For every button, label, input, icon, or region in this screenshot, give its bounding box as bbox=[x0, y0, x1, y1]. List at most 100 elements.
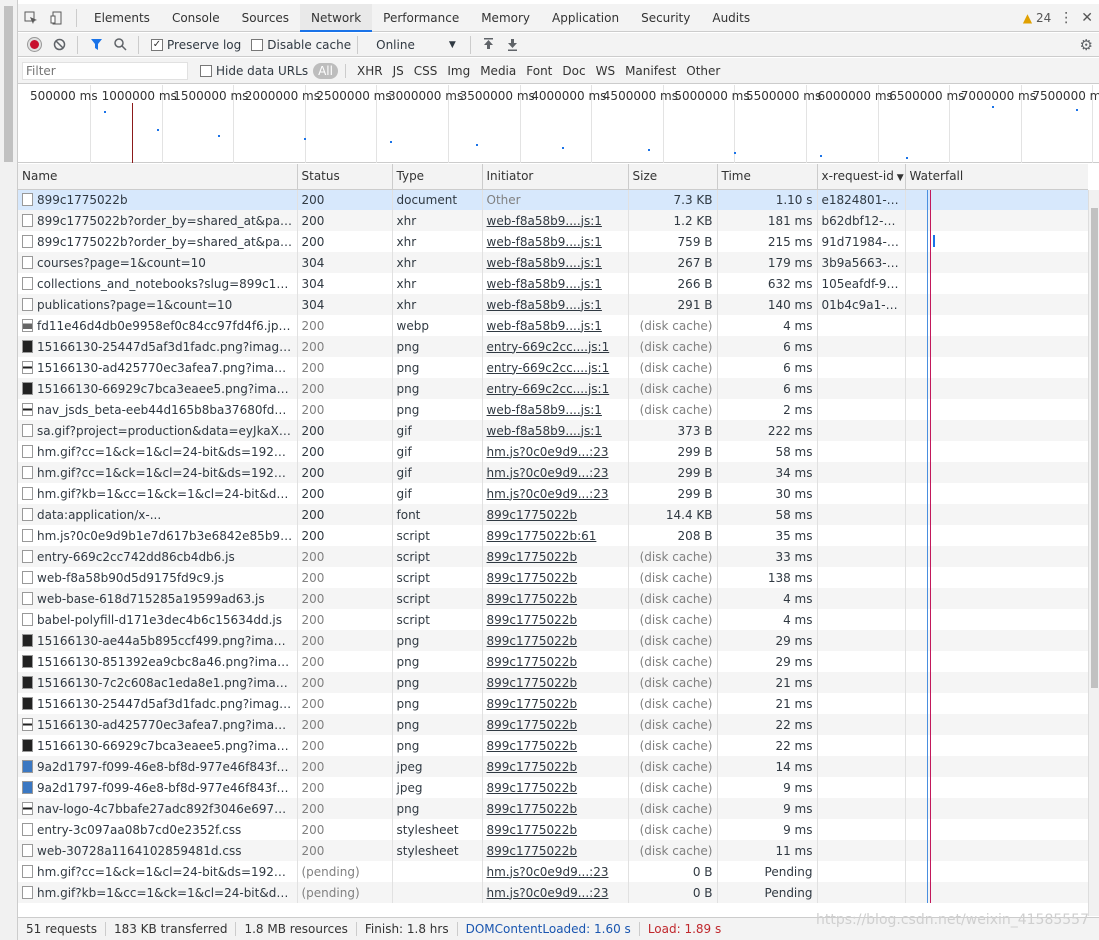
checkbox-unchecked-icon[interactable] bbox=[200, 64, 212, 77]
table-row[interactable]: 15166130-25447d5af3d1fadc.png?imageMog..… bbox=[18, 336, 1088, 357]
request-initiator[interactable]: web-f8a58b9....js:1 bbox=[487, 214, 602, 228]
table-row[interactable]: hm.gif?kb=1&cc=1&ck=1&cl=24-bit&ds=19...… bbox=[18, 483, 1088, 504]
request-initiator[interactable]: 899c1775022b bbox=[487, 697, 578, 711]
request-initiator[interactable]: 899c1775022b bbox=[487, 718, 578, 732]
warnings-counter[interactable]: ▲ 24 bbox=[1023, 11, 1051, 25]
table-row[interactable]: courses?page=1&count=10 304 xhr web-f8a58b9… bbox=[18, 252, 1088, 273]
tab-console[interactable]: Console bbox=[161, 4, 231, 32]
request-initiator[interactable]: hm.js?0c0e9d9...:23 bbox=[487, 445, 609, 459]
checkbox-checked-icon[interactable]: ✓ bbox=[151, 38, 163, 51]
table-row[interactable]: web-f8a58b90d5d9175fd9c9.js 200 script 899c… bbox=[18, 567, 1088, 588]
table-row[interactable]: data:application/x-... 200 font 899c1775022… bbox=[18, 504, 1088, 525]
filter-type-js[interactable]: JS bbox=[389, 63, 408, 79]
column-header-status[interactable]: Status bbox=[297, 164, 393, 190]
table-row[interactable]: entry-669c2cc742dd86cb4db6.js 200 script 89… bbox=[18, 546, 1088, 567]
tab-network[interactable]: Network bbox=[300, 3, 373, 32]
request-initiator[interactable]: 899c1775022b bbox=[487, 613, 578, 627]
tab-sources[interactable]: Sources bbox=[231, 4, 300, 32]
table-row[interactable]: 899c1775022b?order_by=shared_at&page=2 20… bbox=[18, 210, 1088, 231]
export-har-icon[interactable] bbox=[501, 34, 525, 56]
table-scrollbar-thumb[interactable] bbox=[1091, 208, 1098, 688]
request-initiator[interactable]: hm.js?0c0e9d9...:23 bbox=[487, 865, 609, 879]
request-initiator[interactable]: web-f8a58b9....js:1 bbox=[487, 424, 602, 438]
request-initiator[interactable]: web-f8a58b9....js:1 bbox=[487, 256, 602, 270]
left-scrollbar-thumb[interactable] bbox=[4, 6, 13, 162]
tab-security[interactable]: Security bbox=[630, 4, 701, 32]
table-row[interactable]: hm.js?0c0e9d9b1e7d617b3e6842e85b9fb068 20… bbox=[18, 525, 1088, 546]
request-initiator[interactable]: 899c1775022b bbox=[487, 655, 578, 669]
request-initiator[interactable]: 899c1775022b bbox=[487, 592, 578, 606]
table-row[interactable]: 899c1775022b?order_by=shared_at&page=3 20… bbox=[18, 231, 1088, 252]
request-initiator[interactable]: web-f8a58b9....js:1 bbox=[487, 403, 602, 417]
network-settings-gear-icon[interactable]: ⚙ bbox=[1080, 36, 1093, 54]
request-initiator[interactable]: hm.js?0c0e9d9...:23 bbox=[487, 487, 609, 501]
request-initiator[interactable]: 899c1775022b bbox=[487, 634, 578, 648]
table-row[interactable]: 15166130-25447d5af3d1fadc.png?imageMog..… bbox=[18, 693, 1088, 714]
disable-cache-checkbox[interactable]: Disable cache bbox=[251, 38, 351, 52]
request-initiator[interactable]: web-f8a58b9....js:1 bbox=[487, 319, 602, 333]
request-initiator[interactable]: web-f8a58b9....js:1 bbox=[487, 298, 602, 312]
request-initiator[interactable]: 899c1775022b bbox=[487, 802, 578, 816]
table-row[interactable]: 15166130-66929c7bca3eaee5.png?imageMo...… bbox=[18, 378, 1088, 399]
table-row[interactable]: 15166130-7c2c608ac1eda8e1.png?imageMo...… bbox=[18, 672, 1088, 693]
table-row[interactable]: babel-polyfill-d171e3dec4b6c15634dd.js 20… bbox=[18, 609, 1088, 630]
filter-type-manifest[interactable]: Manifest bbox=[621, 63, 680, 79]
throttling-select[interactable]: Online ▼ bbox=[376, 38, 456, 52]
table-row[interactable]: hm.gif?cc=1&ck=1&cl=24-bit&ds=1920x108..… bbox=[18, 861, 1088, 882]
request-initiator[interactable]: entry-669c2cc....js:1 bbox=[487, 361, 610, 375]
request-initiator[interactable]: hm.js?0c0e9d9...:23 bbox=[487, 886, 609, 900]
record-button[interactable] bbox=[28, 38, 41, 51]
table-row[interactable]: 9a2d1797-f099-46e8-bf8d-977e46f843f9?ima… bbox=[18, 756, 1088, 777]
preserve-log-checkbox[interactable]: ✓ Preserve log bbox=[151, 38, 241, 52]
filter-type-font[interactable]: Font bbox=[522, 63, 556, 79]
filter-input[interactable] bbox=[22, 61, 188, 80]
filter-type-all[interactable]: All bbox=[313, 62, 338, 79]
filter-type-xhr[interactable]: XHR bbox=[353, 63, 387, 79]
tab-audits[interactable]: Audits bbox=[701, 4, 761, 32]
table-row[interactable]: hm.gif?cc=1&ck=1&cl=24-bit&ds=1920x108..… bbox=[18, 441, 1088, 462]
table-row[interactable]: 15166130-ad425770ec3afea7.png?imageMog..… bbox=[18, 357, 1088, 378]
inspect-element-icon[interactable] bbox=[18, 5, 44, 31]
table-row[interactable]: entry-3c097aa08b7cd0e2352f.css 200 stylesh… bbox=[18, 819, 1088, 840]
table-row[interactable]: sa.gif?project=production&data=eyJkaXN0a… bbox=[18, 420, 1088, 441]
filter-funnel-icon[interactable] bbox=[84, 34, 108, 56]
column-header-time[interactable]: Time bbox=[717, 164, 818, 190]
column-header-waterfall[interactable]: Waterfall bbox=[905, 164, 1088, 190]
request-initiator[interactable]: 899c1775022b bbox=[487, 844, 578, 858]
request-initiator[interactable]: 899c1775022b bbox=[487, 760, 578, 774]
filter-type-css[interactable]: CSS bbox=[410, 63, 442, 79]
tab-memory[interactable]: Memory bbox=[470, 4, 541, 32]
tab-elements[interactable]: Elements bbox=[83, 4, 161, 32]
search-icon[interactable] bbox=[108, 34, 132, 56]
request-initiator[interactable]: entry-669c2cc....js:1 bbox=[487, 382, 610, 396]
request-initiator[interactable]: 899c1775022b bbox=[487, 571, 578, 585]
request-initiator[interactable]: 899c1775022b bbox=[487, 739, 578, 753]
request-initiator[interactable]: web-f8a58b9....js:1 bbox=[487, 277, 602, 291]
close-icon[interactable]: ✕ bbox=[1081, 10, 1093, 26]
request-initiator[interactable]: web-f8a58b9....js:1 bbox=[487, 235, 602, 249]
column-header-x-request-id[interactable]: x-request-id ▼ bbox=[817, 164, 906, 190]
clear-icon[interactable] bbox=[47, 34, 71, 56]
filter-type-media[interactable]: Media bbox=[476, 63, 520, 79]
table-row[interactable]: web-30728a1164102859481d.css 200 styleshee… bbox=[18, 840, 1088, 861]
column-header-initiator[interactable]: Initiator bbox=[482, 164, 629, 190]
table-row[interactable]: 899c1775022b 200 document Other 7.3 KB 1.10 s… bbox=[18, 189, 1088, 210]
table-row[interactable]: nav-logo-4c7bbafe27adc892f3046e6978459b.… bbox=[18, 798, 1088, 819]
filter-type-ws[interactable]: WS bbox=[592, 63, 619, 79]
table-scrollbar[interactable] bbox=[1088, 190, 1099, 916]
request-initiator[interactable]: 899c1775022b bbox=[487, 823, 578, 837]
table-row[interactable]: nav_jsds_beta-eeb44d165b8ba37680fdb7e65.… bbox=[18, 399, 1088, 420]
request-initiator[interactable]: 899c1775022b bbox=[487, 676, 578, 690]
column-header-size[interactable]: Size bbox=[628, 164, 718, 190]
column-header-type[interactable]: Type bbox=[392, 164, 483, 190]
table-row[interactable]: web-base-618d715285a19599ad63.js 200 scrip… bbox=[18, 588, 1088, 609]
table-row[interactable]: fd11e46d4db0e9958ef0c84cc97fd4f6.jpeg?im… bbox=[18, 315, 1088, 336]
request-initiator[interactable]: 899c1775022b:61 bbox=[487, 529, 597, 543]
request-initiator[interactable]: 899c1775022b bbox=[487, 508, 578, 522]
filter-type-doc[interactable]: Doc bbox=[558, 63, 589, 79]
checkbox-unchecked-icon[interactable] bbox=[251, 38, 264, 51]
table-row[interactable]: 15166130-ad425770ec3afea7.png?imageMog..… bbox=[18, 714, 1088, 735]
tab-application[interactable]: Application bbox=[541, 4, 630, 32]
request-initiator[interactable]: 899c1775022b bbox=[487, 550, 578, 564]
table-row[interactable]: 15166130-66929c7bca3eaee5.png?imageMo...… bbox=[18, 735, 1088, 756]
